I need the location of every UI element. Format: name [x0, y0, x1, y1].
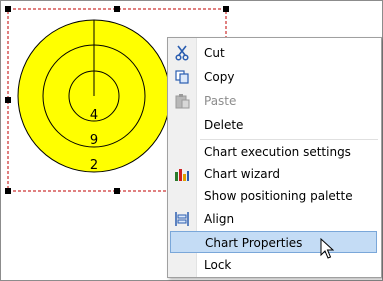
align-icon — [174, 211, 190, 227]
menu-label: Align — [204, 212, 235, 226]
copy-icon — [174, 69, 190, 85]
ring-label-inner: 4 — [90, 108, 98, 123]
menu-label: Chart wizard — [204, 167, 280, 181]
handle-top-center[interactable] — [114, 6, 120, 12]
menu-label: Chart Properties — [205, 236, 303, 250]
menu-label: Cut — [204, 46, 225, 60]
context-menu: Cut Copy Paste Delete Chart execution se… — [167, 37, 382, 278]
menu-label: Paste — [204, 94, 237, 108]
scissors-icon — [174, 45, 190, 61]
chart-wizard-icon — [174, 166, 190, 182]
menu-item-delete[interactable]: Delete — [170, 114, 377, 136]
menu-item-paste[interactable]: Paste — [170, 90, 377, 112]
ring-label-middle: 9 — [90, 133, 98, 148]
handle-bottom-center[interactable] — [114, 188, 120, 194]
menu-item-show-positioning-palette[interactable]: Show positioning palette — [170, 185, 377, 207]
handle-bottom-left[interactable] — [5, 188, 11, 194]
menu-label: Lock — [204, 258, 232, 272]
menu-item-chart-properties[interactable]: Chart Properties — [170, 231, 377, 253]
menu-item-cut[interactable]: Cut — [170, 42, 377, 64]
menu-item-align[interactable]: Align — [170, 208, 377, 230]
ring-label-outer: 2 — [90, 158, 98, 173]
menu-label: Chart execution settings — [204, 145, 351, 159]
menu-item-chart-wizard[interactable]: Chart wizard — [170, 163, 377, 185]
paste-icon — [174, 93, 190, 109]
menu-separator — [200, 139, 378, 140]
handle-middle-left[interactable] — [5, 97, 11, 103]
handle-top-left[interactable] — [5, 6, 11, 12]
menu-label: Show positioning palette — [204, 189, 353, 203]
menu-label: Delete — [204, 118, 244, 132]
handle-top-right[interactable] — [223, 6, 229, 12]
menu-label: Copy — [204, 70, 235, 84]
menu-item-chart-execution-settings[interactable]: Chart execution settings — [170, 141, 377, 163]
menu-item-lock[interactable]: Lock — [170, 254, 377, 276]
menu-item-copy[interactable]: Copy — [170, 66, 377, 88]
mouse-cursor-icon — [320, 238, 334, 259]
